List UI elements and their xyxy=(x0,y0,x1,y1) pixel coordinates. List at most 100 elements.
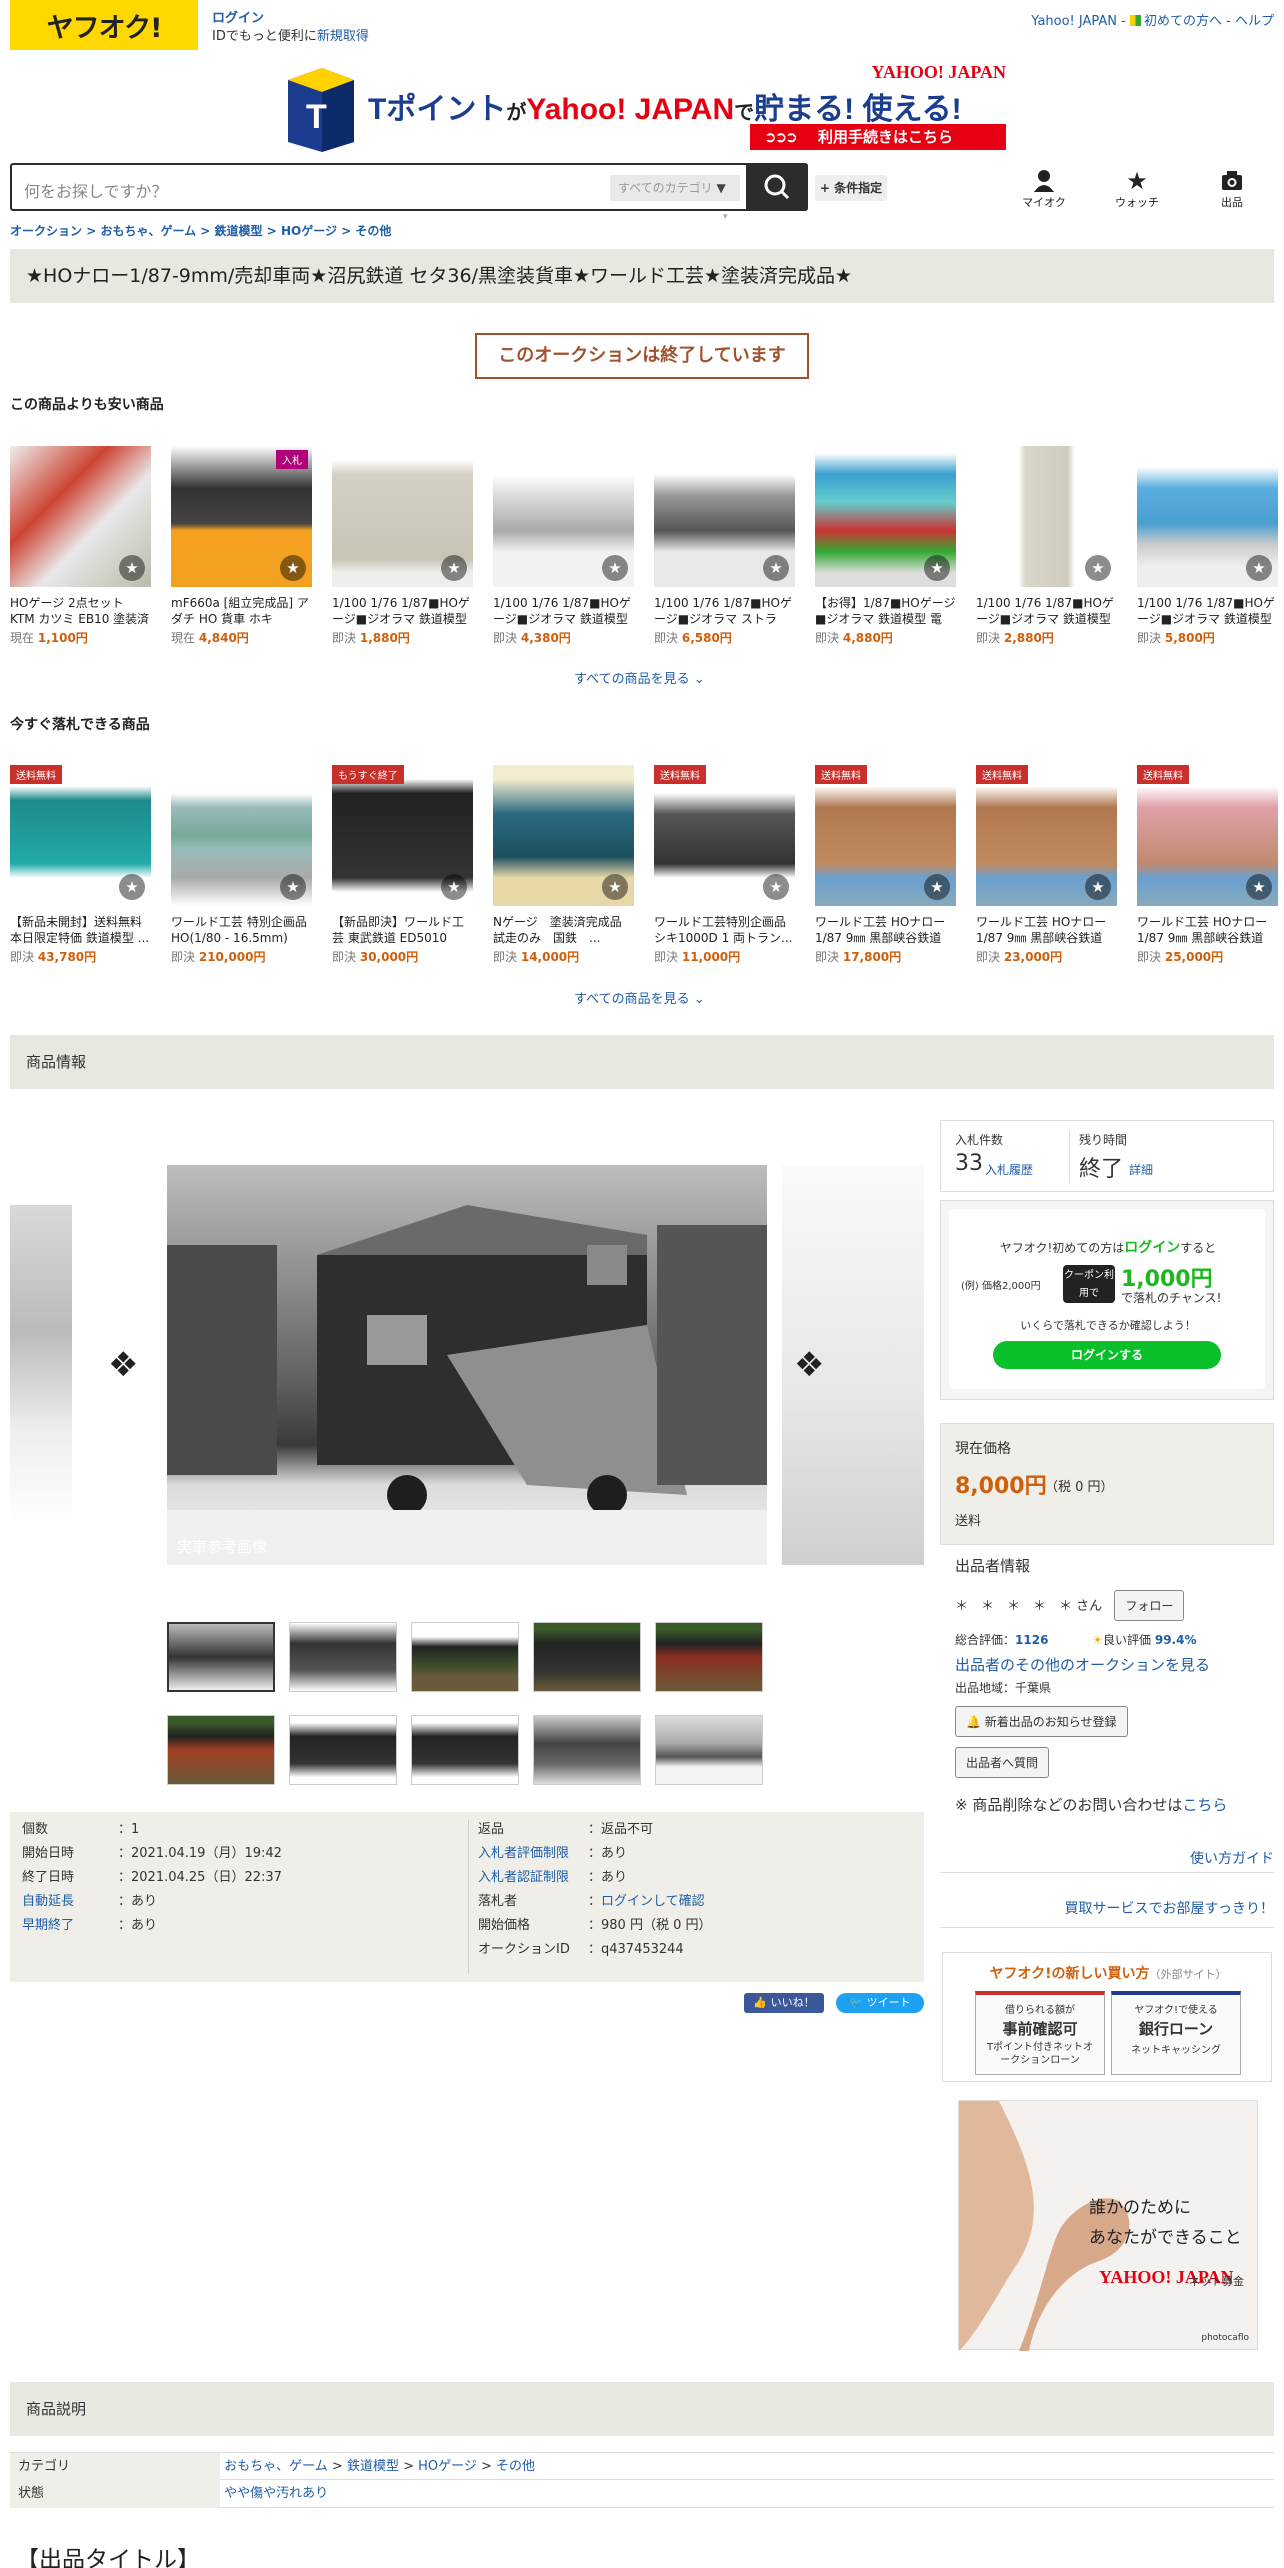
early-end-link[interactable]: 早期終了 xyxy=(22,1914,118,1938)
register-link[interactable]: 新規取得 xyxy=(317,29,369,44)
product-card[interactable]: ★ 1/100 1/76 1/87■HOゲージ■ジオラマ 鉄道模型 ... 即決 1… xyxy=(332,446,473,646)
beginner-link[interactable]: 初めての方へ xyxy=(1144,14,1222,29)
seller-name[interactable]: ＊ ＊ ＊ ＊ ＊ xyxy=(955,1599,1072,1614)
thumbnail[interactable] xyxy=(655,1715,763,1785)
search-input[interactable]: 何をお探しですか？ xyxy=(24,178,168,202)
watch-star-icon[interactable]: ★ xyxy=(280,874,306,900)
watch-star-icon[interactable]: ★ xyxy=(1246,555,1272,581)
thumbnail[interactable] xyxy=(167,1715,275,1785)
product-card[interactable]: 送料無料 ★ ワールド工芸 HOナロー 1/87 9㎜ 黒部峡谷鉄道 ... 即決 2… xyxy=(1137,765,1278,965)
watch-star-icon[interactable]: ★ xyxy=(1246,874,1272,900)
sell-nav[interactable]: 出品 xyxy=(1202,168,1262,210)
report-link[interactable]: こちら xyxy=(1182,1796,1227,1814)
watch-nav[interactable]: ★ ウォッチ xyxy=(1107,168,1167,210)
see-all-buynow-link[interactable]: すべての商品を見る ⌄ xyxy=(574,988,705,1007)
seller-other-auctions-link[interactable]: 出品者のその他のオークションを見る xyxy=(955,1656,1210,1674)
watch-star-icon[interactable]: ★ xyxy=(924,555,950,581)
promo-pre: ヤフオク!初めての方は xyxy=(999,1241,1125,1255)
product-card[interactable]: ★ 1/100 1/76 1/87■HOゲージ■ジオラマ ストラク... 即決 6,… xyxy=(654,446,795,646)
breadcrumb-item[interactable]: 鉄道模型 xyxy=(215,224,263,238)
login-to-confirm-link[interactable]: ログインして確認 xyxy=(601,1894,705,1909)
breadcrumb-item[interactable]: HOゲージ xyxy=(281,224,337,238)
divider xyxy=(940,1872,1274,1873)
tpoint-banner[interactable]: T TポイントがYahoo! JAPANで貯まる! 使える! YAHOO! JA… xyxy=(288,62,1006,152)
watch-star-icon[interactable]: ★ xyxy=(924,874,950,900)
product-card[interactable]: 送料無料 ★ ワールド工芸 HOナロー 1/87 9㎜ 黒部峡谷鉄道 ... 即決 2… xyxy=(976,765,1117,965)
desc-cat-link[interactable]: HOゲージ xyxy=(418,2459,477,2474)
thumbnail[interactable] xyxy=(411,1622,519,1692)
product-name: ワールド工芸 HOナロー 1/87 9㎜ 黒部峡谷鉄道 ... xyxy=(815,915,946,945)
desc-cat-link[interactable]: おもちゃ、ゲーム xyxy=(224,2459,328,2474)
time-detail-link[interactable]: 詳細 xyxy=(1129,1161,1153,1178)
thumbnail[interactable] xyxy=(289,1715,397,1785)
login-button[interactable]: ログインする xyxy=(993,1341,1221,1369)
watch-star-icon[interactable]: ★ xyxy=(763,555,789,581)
bidder-rating-limit-link[interactable]: 入札者評価制限 xyxy=(478,1842,588,1866)
watch-star-icon[interactable]: ★ xyxy=(763,874,789,900)
thumbnail[interactable] xyxy=(411,1715,519,1785)
watch-star-icon[interactable]: ★ xyxy=(280,555,306,581)
product-card[interactable]: ★ 1/100 1/76 1/87■HOゲージ■ジオラマ 鉄道模型 ... 即決 4… xyxy=(493,446,634,646)
watch-star-icon[interactable]: ★ xyxy=(1085,874,1111,900)
usage-guide-link[interactable]: 使い方ガイド xyxy=(1190,1848,1274,1868)
follow-button[interactable]: フォロー xyxy=(1114,1590,1185,1621)
yahoo-japan-link[interactable]: Yahoo! JAPAN xyxy=(1031,14,1117,29)
product-card[interactable]: ★ HOゲージ 2点セット KTM カツミ EB10 塗装済完... 現在 1,10… xyxy=(10,446,151,646)
product-card[interactable]: 送料無料 ★ ワールド工芸特別企画品 シキ1000D 1 両トラン... 即決 11,… xyxy=(654,765,795,965)
myauc-nav[interactable]: マイオク xyxy=(1014,168,1074,210)
advanced-search-button[interactable]: + 条件指定 xyxy=(815,175,887,201)
product-card[interactable]: もうすぐ終了 ★ 【新品即決】ワールド工芸 東武鉄道 ED5010 前... 即決 3… xyxy=(332,765,473,965)
watch-star-icon[interactable]: ★ xyxy=(1085,555,1111,581)
login-link[interactable]: ログイン xyxy=(212,10,369,28)
prev-image-button[interactable]: ❖ xyxy=(108,1345,138,1385)
thumbnail[interactable] xyxy=(289,1622,397,1692)
product-card[interactable]: 送料無料 ★ 【新品未開封】送料無料 本日限定特価 鉄道模型 ... 即決 43,78… xyxy=(10,765,151,965)
thumbnail[interactable] xyxy=(533,1622,641,1692)
product-card[interactable]: ★ 【お得】1/87■HOゲージ■ジオラマ 鉄道模型 電車... 即決 4,880円 xyxy=(815,446,956,646)
watch-star-icon[interactable]: ★ xyxy=(119,874,145,900)
see-all-cheaper-link[interactable]: すべての商品を見る ⌄ xyxy=(574,668,705,687)
watch-star-icon[interactable]: ★ xyxy=(441,555,467,581)
product-card[interactable]: 入札★mF660a [組立完成品] アダチ HO 貨車 ホキ5700...現在 … xyxy=(171,446,312,646)
watch-star-icon[interactable]: ★ xyxy=(602,555,628,581)
ask-seller-button[interactable]: 出品者へ質問 xyxy=(955,1747,1050,1778)
yahuoku-logo[interactable]: ヤフオク! xyxy=(10,0,198,50)
rating-link[interactable]: 1126 xyxy=(1015,1633,1048,1647)
promo-login[interactable]: ログイン xyxy=(1124,1240,1180,1256)
main-product-image[interactable]: 実車参考画像 xyxy=(167,1165,767,1565)
bank-loan-button[interactable]: ヤフオク!で使える 銀行ローン ネットキャッシング xyxy=(1111,1991,1241,2075)
category-select[interactable]: すべてのカテゴリ ▼ xyxy=(610,175,740,201)
product-card[interactable]: ★ Nゲージ 塗装済完成品 試走のみ 国鉄 ... 即決 14,000円 xyxy=(493,765,634,965)
buyback-service-link[interactable]: 買取サービスでお部屋すっきり！ xyxy=(1065,1898,1274,1918)
auto-extend-link[interactable]: 自動延長 xyxy=(22,1890,118,1914)
thumbnail[interactable] xyxy=(167,1622,275,1692)
next-image-button[interactable]: ❖ xyxy=(794,1345,824,1385)
desc-cat-link[interactable]: その他 xyxy=(496,2459,535,2474)
current-price-box: 現在価格 8,000円 （税 0 円） 送料 xyxy=(940,1423,1274,1545)
banner-cta[interactable]: 利用手続きはこちら xyxy=(818,128,953,146)
product-card[interactable]: ★ 1/100 1/76 1/87■HOゲージ■ジオラマ 鉄道模型 ... 即決 2… xyxy=(976,446,1117,646)
breadcrumb-item[interactable]: その他 xyxy=(355,224,391,238)
search-button[interactable] xyxy=(746,163,808,211)
condition-link[interactable]: やや傷や汚れあり xyxy=(224,2486,328,2501)
tweet-button[interactable]: 🐦 ツイート xyxy=(836,1993,924,2013)
watch-star-icon[interactable]: ★ xyxy=(602,874,628,900)
facebook-like-button[interactable]: 👍 いいね！ xyxy=(744,1993,824,2013)
watch-star-icon[interactable]: ★ xyxy=(441,874,467,900)
bidder-auth-limit-link[interactable]: 入札者認証制限 xyxy=(478,1866,588,1890)
breadcrumb-item[interactable]: おもちゃ、ゲーム xyxy=(100,224,196,238)
product-image: 入札 ★ xyxy=(171,446,312,587)
bid-history-link[interactable]: 入札履歴 xyxy=(985,1161,1033,1178)
prior-check-button[interactable]: 借りられる額が 事前確認可 Tポイント付きネットオークションローン xyxy=(975,1991,1105,2075)
thumbnail[interactable] xyxy=(533,1715,641,1785)
product-card[interactable]: 送料無料 ★ ワールド工芸 HOナロー 1/87 9㎜ 黒部峡谷鉄道 ... 即決 1… xyxy=(815,765,956,965)
desc-cat-link[interactable]: 鉄道模型 xyxy=(347,2459,399,2474)
product-card[interactable]: ★ ワールド工芸 特別企画品 HO(1/80 - 16.5mm) 塗... 即決 2… xyxy=(171,765,312,965)
notify-new-listing-button[interactable]: 🔔 新着出品のお知らせ登録 xyxy=(955,1706,1128,1737)
donation-ad[interactable]: 誰かのために あなたができること YAHOO! JAPAN ネット募金 phot… xyxy=(958,2100,1258,2351)
product-card[interactable]: ★ 1/100 1/76 1/87■HOゲージ■ジオラマ 鉄道模型 ... 即決 5… xyxy=(1137,446,1278,646)
breadcrumb-item[interactable]: オークション xyxy=(10,224,82,238)
thumbnail[interactable] xyxy=(655,1622,763,1692)
help-link[interactable]: ヘルプ xyxy=(1235,14,1274,29)
watch-star-icon[interactable]: ★ xyxy=(119,555,145,581)
